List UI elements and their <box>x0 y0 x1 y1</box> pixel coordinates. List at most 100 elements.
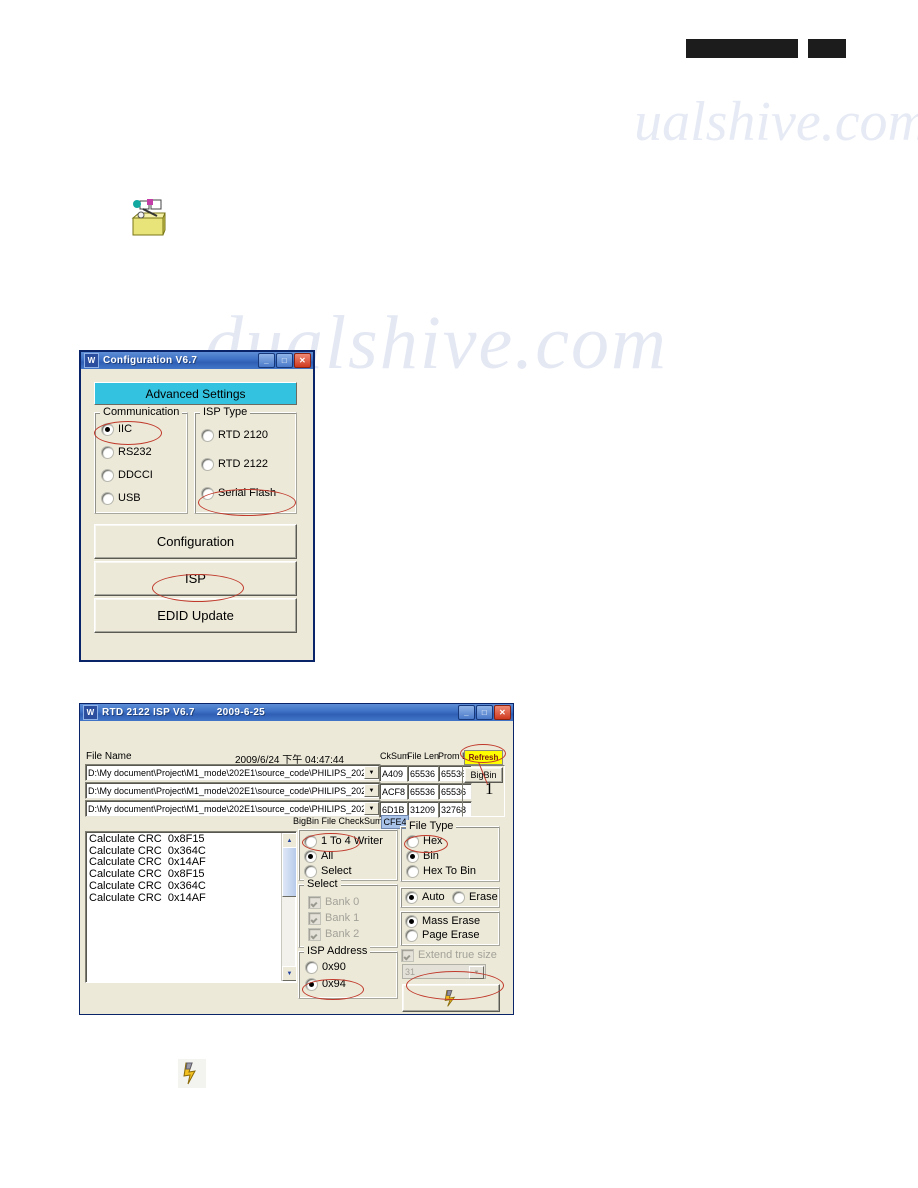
radio-label: 0x94 <box>322 978 346 990</box>
radio-file-type-hex[interactable]: Hex <box>407 835 443 847</box>
radio-dot-icon <box>306 978 317 990</box>
radio-label: 0x90 <box>322 961 346 973</box>
scroll-up-icon[interactable]: ▲ <box>282 833 296 848</box>
chevron-down-icon[interactable]: ▼ <box>364 766 379 779</box>
isp-window-title: RTD 2122 ISP V6.7 <box>102 707 195 718</box>
lightning-bolt-icon <box>178 1059 206 1088</box>
radio-label: RTD 2120 <box>218 429 268 441</box>
refresh-button[interactable]: Refresh <box>464 750 503 765</box>
scroll-down-icon[interactable]: ▼ <box>282 966 296 981</box>
file-len-value-2[interactable]: 65536 <box>407 783 441 800</box>
annotation-callout-number: 1 <box>485 779 494 798</box>
radio-label: Page Erase <box>422 929 480 941</box>
radio-file-type-hex-to-bin[interactable]: Hex To Bin <box>407 865 476 877</box>
bigbin-checksum-label: BigBin File CheckSum <box>293 816 383 826</box>
lightning-bolt-icon <box>444 990 456 1007</box>
radio-all[interactable]: All <box>305 850 333 862</box>
file-path-input-1[interactable]: D:\My document\Project\M1_mode\202E1\sou… <box>85 764 381 781</box>
radio-comm-rs232[interactable]: RS232 <box>102 446 152 458</box>
app-icon: W <box>83 705 98 720</box>
radio-label: 1 To 4 Writer <box>321 835 383 847</box>
radio-isp-address-0x90[interactable]: 0x90 <box>306 961 346 973</box>
radio-comm-usb[interactable]: USB <box>102 492 141 504</box>
close-button[interactable]: ✕ <box>294 353 311 368</box>
radio-label: IIC <box>118 423 133 435</box>
radio-comm-iic[interactable]: IIC <box>102 423 132 435</box>
configuration-titlebar: W Configuration V6.7 _ □ ✕ <box>81 352 313 369</box>
radio-dot-icon <box>306 961 317 973</box>
radio-label: USB <box>118 492 141 504</box>
close-button[interactable]: ✕ <box>494 705 511 720</box>
file-name-label: File Name <box>86 751 132 762</box>
program-go-button[interactable] <box>402 984 500 1012</box>
crc-log-text: Calculate CRC 0x8F15 Calculate CRC 0x364… <box>89 833 206 904</box>
file-path-input-3[interactable]: D:\My document\Project\M1_mode\202E1\sou… <box>85 800 381 817</box>
radio-file-type-bin[interactable]: Bin <box>407 850 439 862</box>
checkbox-bank-1: Bank 1 <box>309 912 359 924</box>
radio-dot-icon <box>305 865 316 877</box>
isp-address-legend: ISP Address <box>304 945 371 957</box>
communication-legend: Communication <box>100 406 183 418</box>
checkbox-label: Bank 1 <box>325 912 360 924</box>
advanced-settings-banner[interactable]: Advanced Settings <box>94 382 297 405</box>
chevron-down-icon: ▼ <box>469 966 484 979</box>
radio-mass-erase[interactable]: Mass Erase <box>406 915 480 927</box>
file-path-row-1[interactable]: D:\My document\Project\M1_mode\202E1\sou… <box>85 764 381 781</box>
minimize-button[interactable]: _ <box>258 353 275 368</box>
isp-body: File Name 2009/6/24 下午 04:47:44 CkSum Fi… <box>80 721 513 1014</box>
checkbox-label: Extend true size <box>418 949 497 961</box>
cksum-column-header: CkSum <box>380 751 410 761</box>
radio-select[interactable]: Select <box>305 865 352 877</box>
redaction-bar-narrow <box>808 39 846 58</box>
radio-page-erase[interactable]: Page Erase <box>406 929 479 941</box>
checkbox-icon <box>309 912 320 924</box>
radio-dot-icon <box>406 891 417 903</box>
radio-dot-icon <box>102 423 113 435</box>
cksum-value-1[interactable]: A409 <box>379 765 409 782</box>
watermark-side: ualshive.com <box>634 91 918 153</box>
radio-dot-icon <box>102 492 113 504</box>
file-path-row-2[interactable]: D:\My document\Project\M1_mode\202E1\sou… <box>85 782 381 799</box>
crc-log-list[interactable]: Calculate CRC 0x8F15 Calculate CRC 0x364… <box>85 831 297 983</box>
isp-type-group: ISP Type RTD 2120 RTD 2122 Serial Flash <box>194 406 297 514</box>
scrollbar-thumb[interactable] <box>282 847 296 897</box>
radio-dot-icon <box>102 446 113 458</box>
file-path-value: D:\My document\Project\M1_mode\202E1\sou… <box>88 767 381 778</box>
redaction-bar-wide <box>686 39 798 58</box>
file-path-row-3[interactable]: D:\My document\Project\M1_mode\202E1\sou… <box>85 800 381 817</box>
radio-dot-icon <box>407 835 418 847</box>
radio-label: Auto <box>422 891 445 903</box>
radio-isptype-rtd2120[interactable]: RTD 2120 <box>202 429 268 441</box>
radio-1-to-4-writer[interactable]: 1 To 4 Writer <box>305 835 383 847</box>
minimize-button[interactable]: _ <box>458 705 475 720</box>
radio-comm-ddcci[interactable]: DDCCI <box>102 469 153 481</box>
chevron-down-icon[interactable]: ▼ <box>364 802 379 815</box>
checkbox-icon <box>402 949 413 961</box>
radio-isp-address-0x94[interactable]: 0x94 <box>306 978 346 990</box>
chevron-down-icon[interactable]: ▼ <box>364 784 379 797</box>
radio-dot-icon <box>407 865 418 877</box>
radio-dot-icon <box>202 429 213 441</box>
file-path-input-2[interactable]: D:\My document\Project\M1_mode\202E1\sou… <box>85 782 381 799</box>
isp-window: W RTD 2122 ISP V6.7 2009-6-25 _ □ ✕ File… <box>79 703 514 1015</box>
file-len-value-3[interactable]: 31209 <box>407 801 441 818</box>
cksum-value-2[interactable]: ACF8 <box>379 783 409 800</box>
maximize-button[interactable]: □ <box>476 705 493 720</box>
toolbox-icon <box>127 196 170 239</box>
file-len-value-1[interactable]: 65536 <box>407 765 441 782</box>
radio-label: Hex To Bin <box>423 865 476 877</box>
radio-isptype-serial-flash[interactable]: Serial Flash <box>202 487 276 499</box>
configuration-button[interactable]: Configuration <box>94 524 297 559</box>
maximize-button[interactable]: □ <box>276 353 293 368</box>
log-scrollbar[interactable]: ▲ ▼ <box>281 833 296 981</box>
radio-erase[interactable]: Erase <box>453 891 498 903</box>
radio-dot-icon <box>202 458 213 470</box>
radio-dot-icon <box>407 850 418 862</box>
radio-label: Hex <box>423 835 443 847</box>
radio-isptype-rtd2122[interactable]: RTD 2122 <box>202 458 268 470</box>
radio-label: RS232 <box>118 446 152 458</box>
radio-auto[interactable]: Auto <box>406 891 445 903</box>
isp-button[interactable]: ISP <box>94 561 297 596</box>
edid-update-button[interactable]: EDID Update <box>94 598 297 633</box>
radio-dot-icon <box>305 850 316 862</box>
